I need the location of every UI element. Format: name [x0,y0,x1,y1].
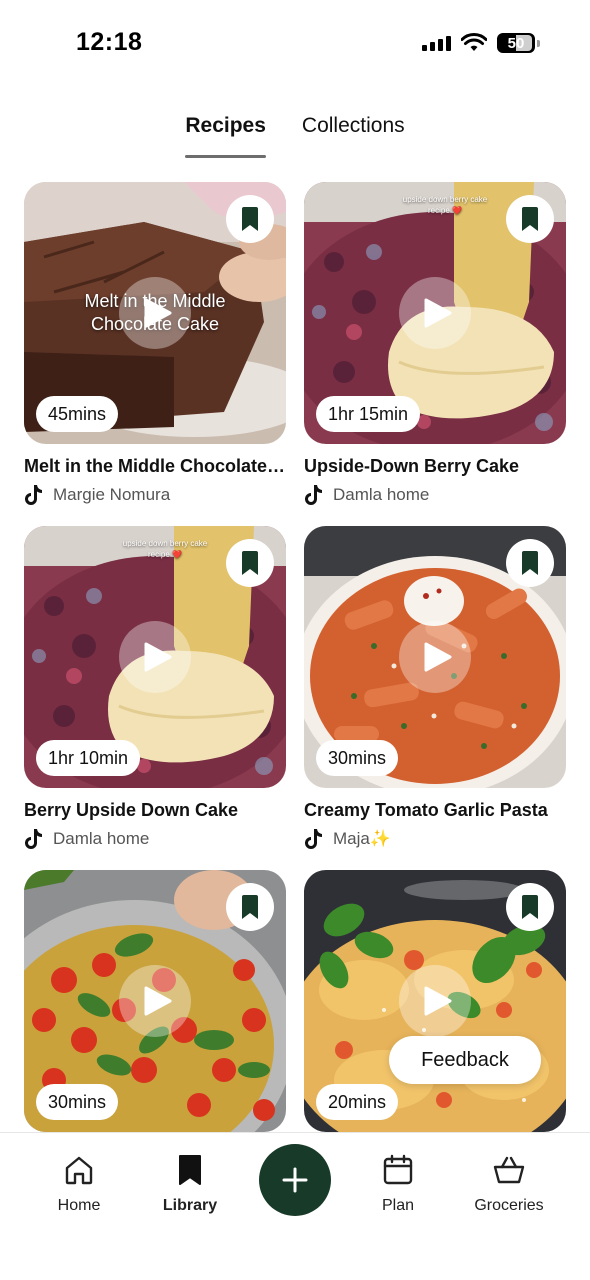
play-icon[interactable] [399,621,471,693]
bookmark-filled-icon [242,207,258,231]
play-icon[interactable] [119,277,191,349]
bookmark-button[interactable] [506,195,554,243]
status-time: 12:18 [76,28,143,56]
duration-badge: 1hr 15min [316,396,421,432]
tiktok-icon [305,485,322,505]
tab-recipes[interactable]: Recipes [185,110,266,158]
feedback-button[interactable]: Feedback [389,1036,541,1084]
play-icon[interactable] [399,965,471,1037]
status-bar: 12:18 50 [0,0,590,90]
basket-icon [493,1156,525,1184]
add-recipe-button[interactable] [259,1144,331,1216]
bookmark-icon [179,1155,201,1185]
recipe-thumbnail: Melt in the Middle Chocolate Cake 45mins [24,182,286,444]
recipe-thumbnail: 20mins [304,870,566,1132]
recipe-thumbnail: 30mins [304,526,566,788]
status-icons: 50 [422,33,540,53]
bookmark-button[interactable] [226,195,274,243]
bookmark-filled-icon [522,895,538,919]
recipe-author: Damla home [24,828,286,850]
tab-collections[interactable]: Collections [302,110,405,158]
duration-badge: 1hr 10min [36,740,141,776]
calendar-icon [383,1154,413,1185]
bottom-navigation: Home Library Plan Groceries [0,1132,590,1280]
battery-level: 50 [507,34,525,52]
author-name: Margie Nomura [53,485,171,504]
duration-badge: 45mins [36,396,119,432]
nav-plan[interactable]: Plan [348,1153,448,1215]
video-overlay-caption: upside down berry cake recipe ❤️ [122,539,208,559]
wifi-icon [461,33,487,51]
recipe-thumbnail: upside down berry cake recipe ❤️ 1hr 10m… [24,526,286,788]
tiktok-icon [25,485,42,505]
recipe-author: Margie Nomura [24,484,286,506]
nav-groceries-label: Groceries [474,1197,544,1214]
recipe-title: Berry Upside Down Cake [24,800,239,820]
nav-library[interactable]: Library [140,1153,240,1215]
battery-icon: 50 [497,33,535,53]
play-icon[interactable] [399,277,471,349]
video-overlay-caption: upside down berry cake recipe ❤️ [402,195,488,215]
battery-tip [537,39,540,47]
author-name: Damla home [333,485,430,504]
tiktok-icon [305,829,322,849]
recipe-title: Melt in the Middle Chocolate Cake [24,456,286,476]
author-name: Damla home [53,829,150,848]
library-tabs: Recipes Collections [0,110,590,158]
nav-library-label: Library [162,1197,218,1214]
play-icon[interactable] [119,621,191,693]
recipe-card[interactable]: 30mins Creamy Tomato Garlic Pasta Maja✨ [304,526,566,870]
nav-groceries[interactable]: Groceries [459,1153,559,1215]
home-icon [65,1156,93,1185]
bookmark-filled-icon [242,551,258,575]
recipe-author: Damla home [304,484,566,506]
duration-badge: 30mins [36,1084,119,1120]
bookmark-button[interactable] [226,883,274,931]
duration-badge: 30mins [316,740,399,776]
author-name: Maja✨ [333,829,392,848]
cellular-signal-icon [422,35,451,51]
bookmark-filled-icon [522,207,538,231]
recipe-card[interactable]: upside down berry cake recipe ❤️ 1hr 10m… [24,526,286,870]
tiktok-icon [25,829,42,849]
duration-badge: 20mins [316,1084,399,1120]
nav-plan-label: Plan [381,1197,415,1214]
recipe-author: Maja✨ [304,828,566,850]
nav-home[interactable]: Home [29,1153,129,1215]
bookmark-filled-icon [522,551,538,575]
plus-icon [282,1167,308,1193]
recipe-thumbnail: 30mins [24,870,286,1132]
bookmark-button[interactable] [506,539,554,587]
recipe-title: Upside-Down Berry Cake [304,456,520,476]
bookmark-button[interactable] [226,539,274,587]
recipe-card[interactable]: Melt in the Middle Chocolate Cake 45mins… [24,182,286,526]
recipe-thumbnail: upside down berry cake recipe ❤️ 1hr 15m… [304,182,566,444]
recipe-title: Creamy Tomato Garlic Pasta [304,800,548,820]
play-icon[interactable] [119,965,191,1037]
nav-home-label: Home [57,1197,101,1214]
recipe-card[interactable]: upside down berry cake recipe ❤️ 1hr 15m… [304,182,566,526]
bookmark-filled-icon [242,895,258,919]
bookmark-button[interactable] [506,883,554,931]
